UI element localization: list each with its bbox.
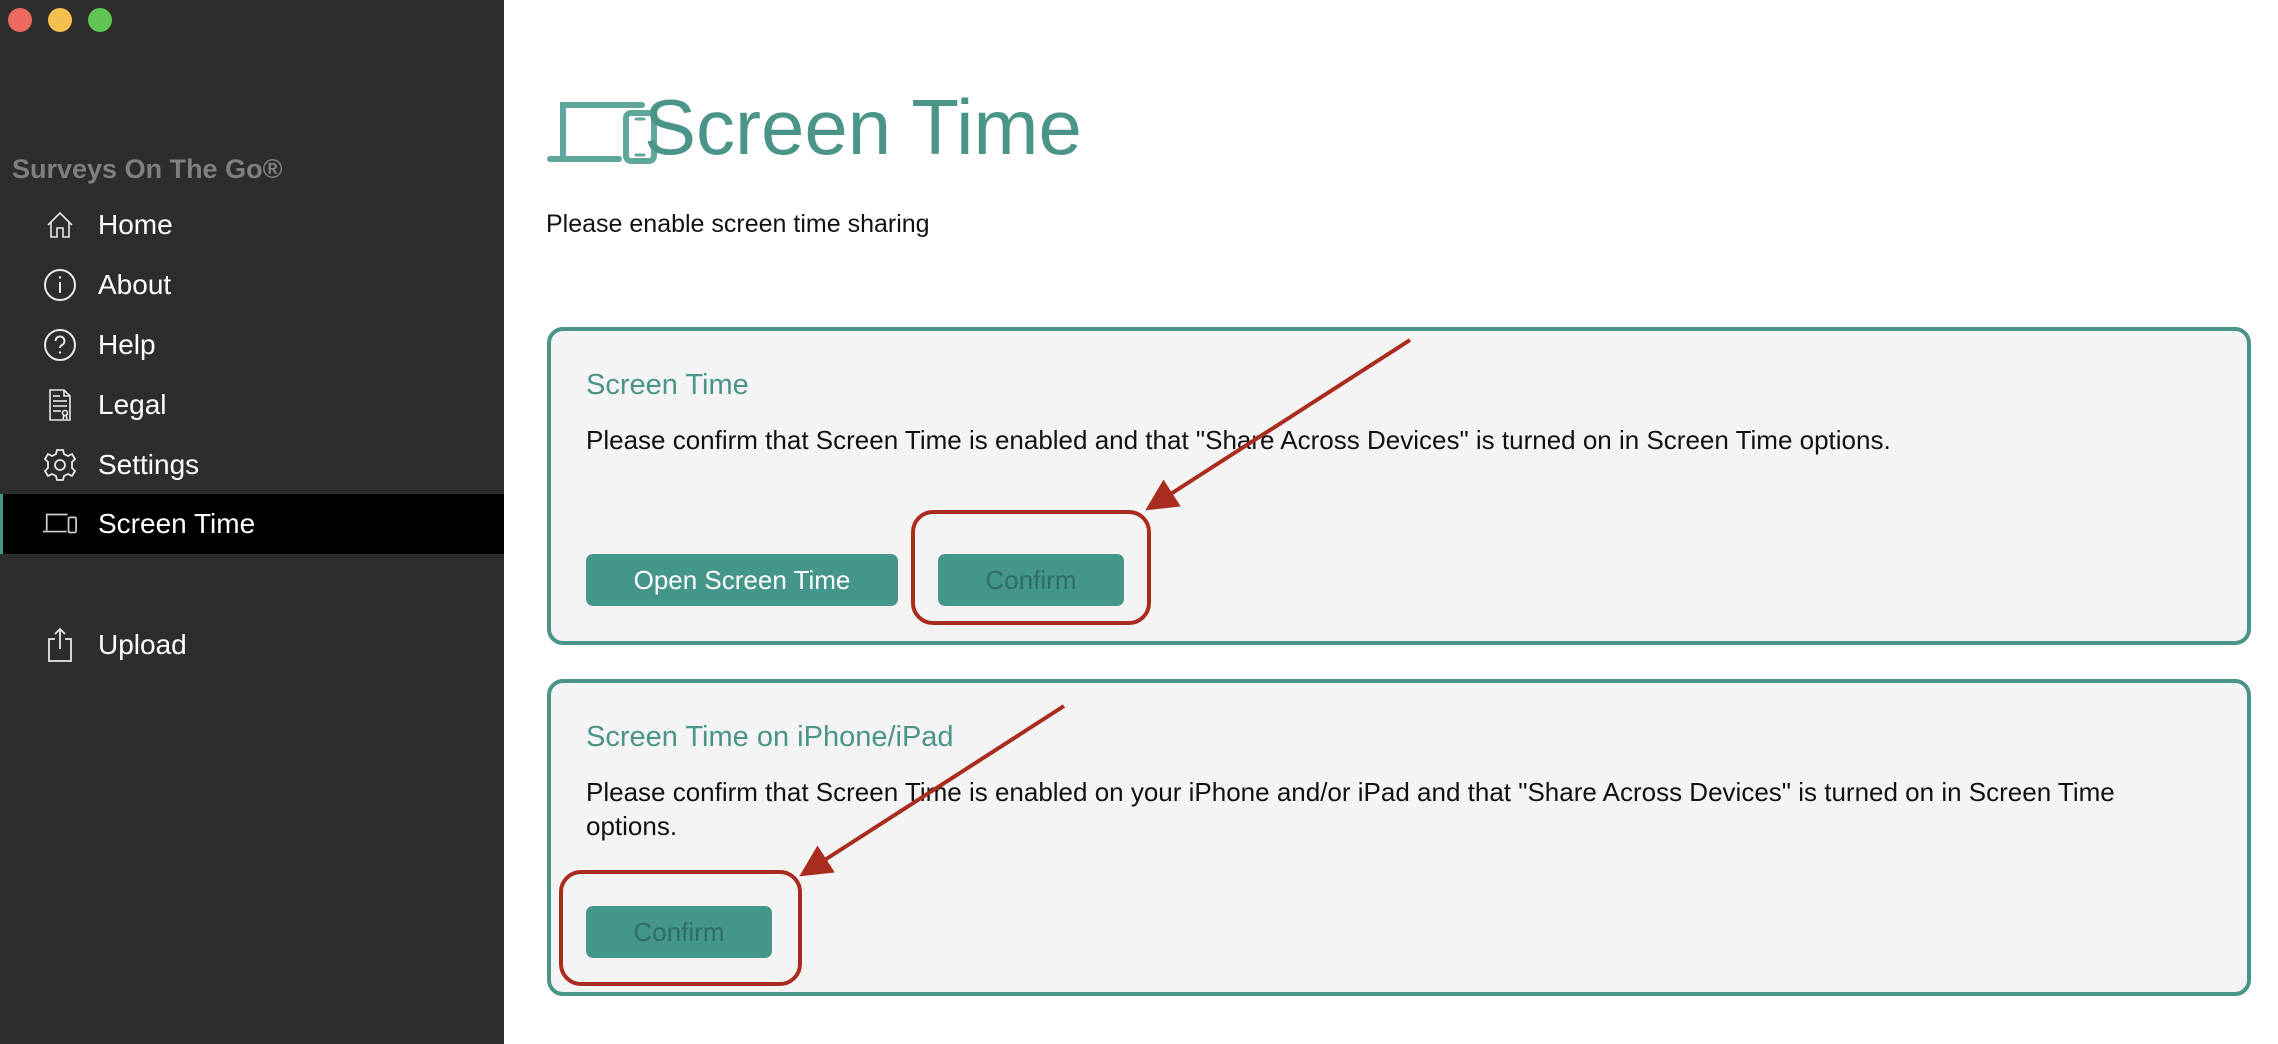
sidebar-item-label: Settings [98, 449, 200, 480]
window-close-button[interactable] [8, 8, 32, 32]
confirm-button[interactable]: Confirm [938, 554, 1124, 606]
gear-icon [42, 449, 78, 481]
sidebar-item-upload[interactable]: Upload [0, 615, 504, 675]
main-content: Screen Time Please enable screen time sh… [504, 0, 2278, 1044]
sidebar-item-screen-time[interactable]: Screen Time [0, 494, 504, 554]
sidebar-item-settings[interactable]: Settings [0, 435, 504, 495]
legal-document-icon [42, 389, 78, 421]
sidebar-item-label: Upload [98, 629, 187, 660]
confirm-button[interactable]: Confirm [586, 906, 772, 958]
sidebar-item-label: Legal [98, 389, 167, 420]
help-icon [42, 329, 78, 361]
laptop-phone-icon [42, 509, 78, 539]
page-subtitle: Please enable screen time sharing [546, 210, 930, 238]
card-title: Screen Time [586, 369, 749, 401]
sidebar-item-label: Screen Time [98, 508, 256, 539]
card-description: Please confirm that Screen Time is enabl… [586, 425, 1891, 455]
card-description: Please confirm that Screen Time is enabl… [586, 777, 2115, 841]
home-icon [42, 210, 78, 240]
sidebar-item-home[interactable]: Home [0, 195, 504, 255]
sidebar-item-label: Help [98, 329, 156, 360]
screen-time-card: Screen Time Please confirm that Screen T… [547, 327, 2251, 645]
page-title: Screen Time [644, 83, 1082, 171]
card-title: Screen Time on iPhone/iPad [586, 721, 954, 753]
app-brand: Surveys On The Go® [12, 154, 283, 184]
sidebar-item-help[interactable]: Help [0, 315, 504, 375]
info-icon [42, 269, 78, 301]
window-minimize-button[interactable] [48, 8, 72, 32]
open-screen-time-button[interactable]: Open Screen Time [586, 554, 898, 606]
sidebar-item-about[interactable]: About [0, 255, 504, 315]
upload-icon [42, 627, 78, 662]
sidebar-item-label: Home [98, 209, 173, 240]
sidebar: Surveys On The Go® Home About Help Legal… [0, 0, 504, 1044]
laptop-phone-icon [546, 98, 658, 170]
sidebar-item-legal[interactable]: Legal [0, 375, 504, 435]
iphone-ipad-screen-time-card: Screen Time on iPhone/iPad Please confir… [547, 679, 2251, 996]
window-zoom-button[interactable] [88, 8, 112, 32]
sidebar-item-label: About [98, 269, 172, 300]
